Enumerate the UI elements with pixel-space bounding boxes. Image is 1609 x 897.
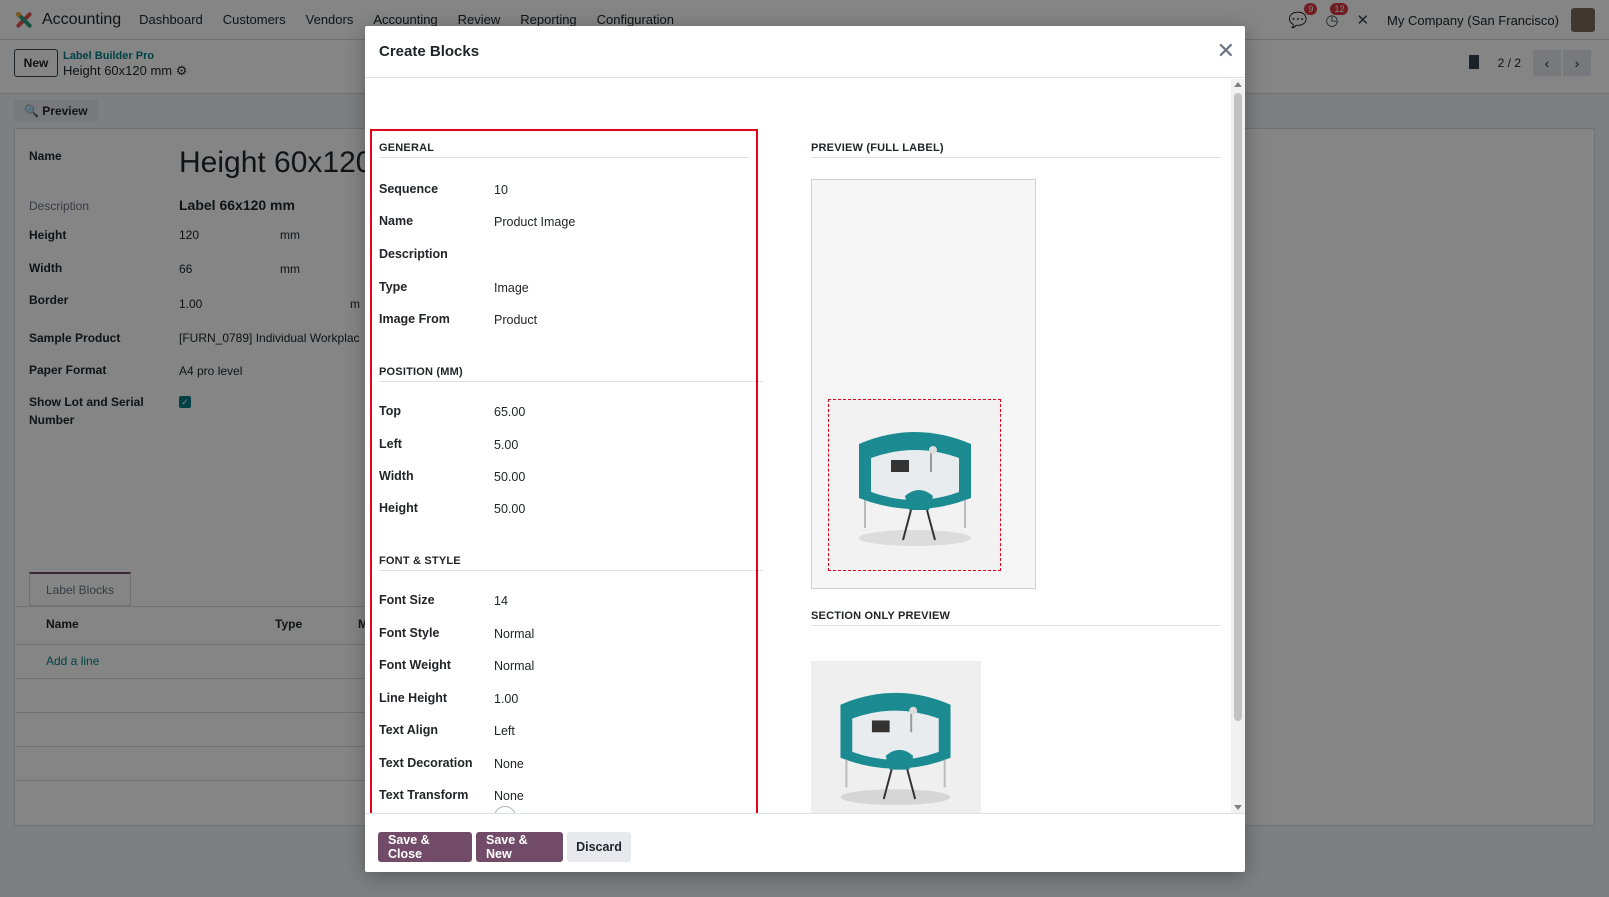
section-divider xyxy=(811,157,1221,158)
section-divider xyxy=(811,625,1221,626)
image-block-outline[interactable] xyxy=(828,399,1001,571)
discard-button[interactable]: Discard xyxy=(567,832,631,862)
scroll-up-icon[interactable] xyxy=(1234,82,1242,87)
preview-full-title: PREVIEW (FULL LABEL) xyxy=(811,142,944,154)
save-close-button[interactable]: Save & Close xyxy=(378,832,472,862)
highlight-box xyxy=(370,129,758,813)
modal-footer: Save & Close Save & New Discard xyxy=(365,813,1245,872)
workstation-image xyxy=(840,692,951,805)
preview-section-title: SECTION ONLY PREVIEW xyxy=(811,610,951,622)
section-only-preview xyxy=(811,661,981,813)
workstation-image xyxy=(859,432,971,546)
create-blocks-dialog: Create Blocks ✕ GENERAL Sequence 10 Name… xyxy=(365,26,1245,872)
save-new-button[interactable]: Save & New xyxy=(476,832,563,862)
full-label-preview xyxy=(811,179,1036,589)
modal-body: GENERAL Sequence 10 Name Product Image D… xyxy=(365,79,1245,813)
scroll-thumb[interactable] xyxy=(1234,93,1242,721)
close-icon[interactable]: ✕ xyxy=(1217,40,1235,62)
modal-scrollbar[interactable] xyxy=(1231,79,1245,813)
modal-title: Create Blocks xyxy=(379,43,480,60)
scroll-down-icon[interactable] xyxy=(1234,805,1242,810)
modal-header: Create Blocks ✕ xyxy=(365,26,1245,78)
